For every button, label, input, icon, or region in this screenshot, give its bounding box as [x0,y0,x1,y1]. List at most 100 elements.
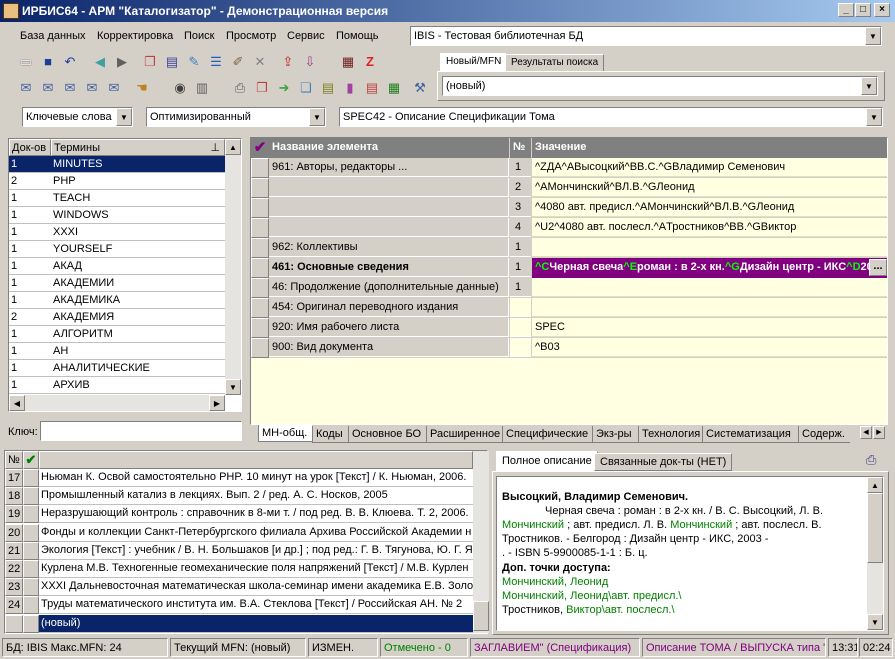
field-row[interactable]: 962: Коллективы 1 [251,238,887,258]
row-indicator[interactable] [251,298,269,318]
list-icon[interactable]: ☰ [206,52,226,72]
maximize-button[interactable]: □ [855,3,871,17]
term-row[interactable]: 1 TEACH [9,190,225,207]
record-row[interactable]: 20 Фонды и коллекции Санкт-Петербургского… [5,523,473,542]
term-row[interactable]: 2 PHP [9,173,225,190]
field-row[interactable]: 920: Имя рабочего листа SPEC [251,318,887,338]
record-row[interactable]: 22 Курлена М.В. Техногенные геомеханическ… [5,560,473,578]
more-button[interactable]: ... [869,259,887,276]
field-row[interactable]: 961: Авторы, редакторы ... 1 ^ZДА^AВысоцки… [251,158,887,178]
term-row[interactable]: 1 MINUTES [9,156,225,173]
terms-hscroll[interactable]: ◀ ▶ [9,395,225,411]
record-row[interactable]: 19 Неразрушающий контроль : справочник в … [5,505,473,524]
row-indicator[interactable] [251,318,269,338]
tab-scroll-left-icon[interactable]: ◀ [860,426,872,439]
menu-search[interactable]: Поиск [184,30,214,42]
row-indicator[interactable] [251,218,269,238]
field-row[interactable]: 3 ^4080 авт. предисл.^AМончинский^BЛ.В.^G… [251,198,887,218]
pages-icon[interactable]: ❏ [296,78,316,98]
description-vscroll[interactable]: ▲ ▼ [867,477,883,630]
copy-icon[interactable]: ❐ [252,78,272,98]
worksheet-tab[interactable]: Содерж. [798,426,850,443]
record-check[interactable] [23,469,39,487]
forward-arrow-icon[interactable]: ▶ [112,52,132,72]
back-arrow-icon[interactable]: ◀ [90,52,110,72]
field-row[interactable]: 4 ^U2^4080 авт. послесл.^AТростников^BВ.^… [251,218,887,238]
records-num-header[interactable]: № [5,451,23,469]
scroll-thumb[interactable] [867,493,883,563]
chevron-down-icon[interactable]: ▼ [861,77,877,95]
tab-new-mfn[interactable]: Новый/MFN [440,53,508,71]
scroll-right-icon[interactable]: ▶ [209,395,225,411]
tab-linked-docs[interactable]: Связанные док-ты (НЕТ) [594,453,733,471]
key-input[interactable] [40,421,242,441]
record-row[interactable]: 23 XXXI Дальневосточная математическая шк… [5,578,473,597]
field-row[interactable]: 2 ^AМончинский^BЛ.В.^GЛеонид [251,178,887,198]
excel-icon[interactable]: ▦ [384,78,404,98]
report-icon[interactable]: ▤ [362,78,382,98]
record-check[interactable] [23,523,39,542]
chevron-down-icon[interactable]: ▼ [865,27,881,45]
term-row[interactable]: 1 XXXI [9,224,225,241]
chevron-down-icon[interactable]: ▼ [866,108,882,126]
fields-num-header[interactable]: № [510,138,531,158]
menu-edit[interactable]: Корректировка [97,30,173,42]
scroll-up-icon[interactable]: ▲ [225,139,241,155]
row-indicator[interactable] [251,198,269,218]
pin-icon[interactable]: ⊥ [210,141,220,154]
desc-link[interactable]: Мончинский [502,519,564,531]
terms-term-header[interactable]: Термины ⊥ [51,139,225,156]
row-indicator[interactable] [251,278,269,298]
database-select[interactable]: IBIS - Тестовая библиотечная БД ▼ [410,26,882,46]
row-indicator[interactable] [251,158,269,178]
field-value[interactable]: ^ZДА^AВысоцкий^BВ.С.^GВладимир Семенович [532,158,887,177]
print-icon[interactable]: ⎙ [866,452,876,468]
reply-icon[interactable]: ✉ [82,78,102,98]
term-row[interactable]: 1 WINDOWS [9,207,225,224]
mail-icon[interactable]: ✉ [60,78,80,98]
row-indicator[interactable] [251,238,269,258]
term-row[interactable]: 1 АЛГОРИТМ [9,326,225,343]
comment-icon[interactable]: ✉ [16,78,36,98]
terms-vscroll[interactable]: ▲ ▼ [225,139,241,395]
import-icon[interactable]: ⇩ [300,52,320,72]
print-icon[interactable]: ⎙ [230,78,250,98]
record-check[interactable] [23,614,39,633]
field-value[interactable]: SPEC [532,318,887,337]
record-row[interactable]: 17 Ньюман К. Освой самостоятельно PHP. 10… [5,469,473,487]
export-icon[interactable]: ⇪ [278,52,298,72]
term-row[interactable]: 1 YOURSELF [9,241,225,258]
menu-service[interactable]: Сервис [287,30,325,42]
new-record-icon[interactable]: ▭ [16,52,36,72]
tab-scroll-right-icon[interactable]: ▶ [873,426,885,439]
arrow-doc-icon[interactable]: ➜ [274,78,294,98]
hand-icon[interactable]: ☚ [132,78,152,98]
field-value-selected[interactable]: ^CЧерная свеча^Eроман : в 2-х кн.^GДизай… [532,258,887,278]
term-row[interactable]: 1 АКАДЕМИКА [9,292,225,309]
worksheet-tab[interactable]: Коды [312,426,348,443]
scroll-left-icon[interactable]: ◀ [9,395,25,411]
save-icon[interactable]: ■ [38,52,58,72]
worklist-select[interactable]: Оптимизированный ▼ [146,107,326,127]
term-row[interactable]: 1 АНАЛИТИЧЕСКИЕ [9,360,225,377]
field-value[interactable]: ^AМончинский^BЛ.В.^GЛеонид [532,178,887,197]
term-row[interactable]: 2 АКАДЕМИЯ [9,309,225,326]
field-value[interactable] [532,298,887,317]
record-row[interactable]: 21 Экология [Текст] : учебник / В. Н. Бол… [5,541,473,560]
scroll-up-icon[interactable]: ▲ [867,477,883,493]
worksheet-tab[interactable]: МН-общ. [258,425,312,442]
worksheet-tab[interactable]: Систематизация [702,426,798,443]
check-icon[interactable]: ✔ [23,451,39,469]
term-row[interactable]: 1 АКАД [9,258,225,275]
undo-icon[interactable]: ↶ [60,52,80,72]
field-value[interactable]: ^B03 [532,338,887,357]
chevron-down-icon[interactable]: ▼ [309,108,325,126]
spec-select[interactable]: SPEC42 - Описание Спецификации Тома ▼ [339,107,883,127]
doc-icon[interactable]: ▤ [318,78,338,98]
copy-record-icon[interactable]: ❐ [140,52,160,72]
field-row[interactable]: 454: Оригинал переводного издания [251,298,887,318]
record-check[interactable] [23,505,39,524]
term-row[interactable]: 1 АКАДЕМИИ [9,275,225,292]
grid-icon[interactable]: ▦ [338,52,358,72]
term-row[interactable]: 1 АН [9,343,225,360]
